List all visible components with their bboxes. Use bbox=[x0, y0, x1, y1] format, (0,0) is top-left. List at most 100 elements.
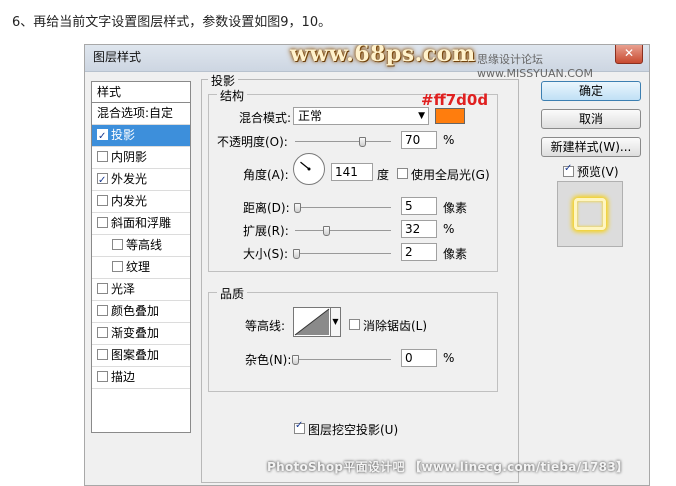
opacity-slider-thumb[interactable] bbox=[359, 137, 367, 147]
style-preview-thumbnail bbox=[574, 198, 606, 230]
style-list-item[interactable]: 混合选项:自定 bbox=[92, 103, 190, 125]
preview-label: 预览(V) bbox=[577, 165, 619, 179]
style-checkbox[interactable] bbox=[97, 170, 108, 191]
style-list-item-label: 图案叠加 bbox=[111, 348, 160, 362]
style-checkbox[interactable] bbox=[97, 151, 108, 162]
style-preview bbox=[557, 181, 623, 247]
style-list-item-label: 内阴影 bbox=[111, 150, 148, 164]
size-slider-track[interactable] bbox=[295, 253, 391, 254]
style-checkbox[interactable] bbox=[97, 195, 108, 206]
style-list-item[interactable]: 等高线 bbox=[92, 235, 190, 257]
opacity-slider-track[interactable] bbox=[295, 141, 391, 142]
style-list-item[interactable]: 内阴影 bbox=[92, 147, 190, 169]
style-checkbox[interactable] bbox=[97, 283, 108, 294]
structure-title: 结构 bbox=[217, 87, 248, 104]
opacity-unit: % bbox=[443, 133, 455, 147]
style-list-item-label: 混合选项:自定 bbox=[97, 106, 174, 120]
distance-slider-track[interactable] bbox=[295, 207, 391, 208]
opacity-input[interactable]: 70 bbox=[401, 131, 437, 149]
style-list-item[interactable]: 颜色叠加 bbox=[92, 301, 190, 323]
spread-slider-track[interactable] bbox=[295, 230, 391, 231]
size-slider-thumb[interactable] bbox=[292, 249, 300, 259]
contour-preview[interactable] bbox=[293, 307, 331, 337]
style-list-item-label: 渐变叠加 bbox=[111, 326, 160, 340]
distance-label: 距离(D): bbox=[243, 201, 290, 215]
style-list-item-label: 光泽 bbox=[111, 282, 136, 296]
layer-style-dialog: 图层样式 www.68ps.com 思缘设计论坛 www.MISSYUAN.CO… bbox=[84, 44, 650, 486]
contour-dropdown-button[interactable]: ▼ bbox=[331, 307, 341, 337]
cancel-button[interactable]: 取消 bbox=[541, 109, 641, 129]
watermark-logo: www.68ps.com bbox=[290, 44, 476, 67]
angle-unit: 度 bbox=[377, 168, 390, 182]
angle-input[interactable]: 141 bbox=[331, 163, 373, 181]
distance-input[interactable]: 5 bbox=[401, 197, 437, 215]
style-list-item[interactable]: 描边 bbox=[92, 367, 190, 389]
size-label: 大小(S): bbox=[243, 247, 289, 261]
style-list-item-label: 外发光 bbox=[111, 172, 148, 186]
distance-unit: 像素 bbox=[443, 201, 468, 215]
structure-group: 结构 #ff7d0d 混合模式: 正常 ▼ 不透明度(O): 70 % 角度(A… bbox=[208, 87, 498, 272]
new-style-button[interactable]: 新建样式(W)... bbox=[541, 137, 641, 157]
angle-dial[interactable] bbox=[293, 153, 325, 185]
style-checkbox[interactable] bbox=[112, 239, 123, 250]
knockout-label: 图层挖空投影(U) bbox=[308, 423, 399, 437]
title-bar[interactable]: 图层样式 www.68ps.com 思缘设计论坛 www.MISSYUAN.CO… bbox=[85, 44, 649, 80]
style-checkbox[interactable] bbox=[97, 327, 108, 338]
blend-mode-label: 混合模式: bbox=[239, 111, 292, 125]
noise-input[interactable]: 0 bbox=[401, 349, 437, 367]
chevron-down-icon: ▼ bbox=[418, 111, 425, 121]
noise-label: 杂色(N): bbox=[245, 353, 292, 367]
style-checkbox[interactable] bbox=[97, 349, 108, 360]
style-list-item[interactable]: 内发光 bbox=[92, 191, 190, 213]
spread-input[interactable]: 32 bbox=[401, 220, 437, 238]
distance-slider-thumb[interactable] bbox=[293, 203, 301, 213]
style-checkbox[interactable] bbox=[97, 371, 108, 382]
step-caption: 6、再给当前文字设置图层样式，参数设置如图9，10。 bbox=[12, 15, 332, 30]
preview-checkbox[interactable] bbox=[563, 163, 574, 177]
drop-shadow-panel: 投影 结构 #ff7d0d 混合模式: 正常 ▼ 不透明度(O): 70 % 角… bbox=[201, 72, 519, 483]
angle-label: 角度(A): bbox=[243, 168, 289, 182]
size-unit: 像素 bbox=[443, 247, 468, 261]
spread-label: 扩展(R): bbox=[243, 224, 289, 238]
styles-list: 样式 混合选项:自定投影内阴影外发光内发光斜面和浮雕等高线纹理光泽颜色叠加渐变叠… bbox=[91, 81, 191, 433]
style-list-item-label: 描边 bbox=[111, 370, 136, 384]
noise-unit: % bbox=[443, 351, 455, 365]
spread-unit: % bbox=[443, 222, 455, 236]
style-checkbox[interactable] bbox=[97, 217, 108, 228]
style-list-item[interactable]: 纹理 bbox=[92, 257, 190, 279]
anti-alias-checkbox[interactable] bbox=[349, 319, 360, 330]
style-checkbox[interactable] bbox=[112, 261, 123, 272]
close-button[interactable]: ✕ bbox=[615, 45, 643, 64]
style-list-item[interactable]: 光泽 bbox=[92, 279, 190, 301]
contour-curve-icon bbox=[294, 308, 330, 336]
styles-list-header: 样式 bbox=[92, 82, 190, 103]
blend-mode-value: 正常 bbox=[298, 109, 323, 123]
size-input[interactable]: 2 bbox=[401, 243, 437, 261]
style-checkbox[interactable] bbox=[97, 305, 108, 316]
shadow-color-swatch[interactable] bbox=[435, 108, 465, 124]
global-light-checkbox[interactable] bbox=[397, 168, 408, 179]
spread-slider-thumb[interactable] bbox=[322, 226, 330, 236]
dialog-title: 图层样式 bbox=[93, 50, 142, 64]
style-list-item-label: 颜色叠加 bbox=[111, 304, 160, 318]
knockout-checkbox[interactable] bbox=[294, 420, 305, 434]
contour-label: 等高线: bbox=[245, 319, 286, 333]
quality-title: 品质 bbox=[217, 285, 248, 302]
bottom-watermark: PhotoShop平面设计吧 【www.linecg.com/tieba/178… bbox=[267, 460, 629, 474]
style-list-item[interactable]: 渐变叠加 bbox=[92, 323, 190, 345]
style-list-item[interactable]: 图案叠加 bbox=[92, 345, 190, 367]
opacity-label: 不透明度(O): bbox=[217, 135, 288, 149]
style-list-item[interactable]: 斜面和浮雕 bbox=[92, 213, 190, 235]
style-list-item[interactable]: 投影 bbox=[92, 125, 190, 147]
noise-slider-track[interactable] bbox=[295, 359, 391, 360]
style-checkbox[interactable] bbox=[97, 126, 108, 147]
style-list-item[interactable]: 外发光 bbox=[92, 169, 190, 191]
global-light-label: 使用全局光(G) bbox=[411, 168, 490, 182]
angle-dial-needle-icon bbox=[300, 161, 311, 171]
style-list-item-label: 投影 bbox=[111, 128, 136, 142]
ok-button[interactable]: 确定 bbox=[541, 81, 641, 101]
style-list-item-label: 斜面和浮雕 bbox=[111, 216, 172, 230]
blend-mode-select[interactable]: 正常 ▼ bbox=[293, 107, 429, 125]
style-list-item-label: 纹理 bbox=[126, 260, 151, 274]
noise-slider-thumb[interactable] bbox=[292, 355, 299, 365]
